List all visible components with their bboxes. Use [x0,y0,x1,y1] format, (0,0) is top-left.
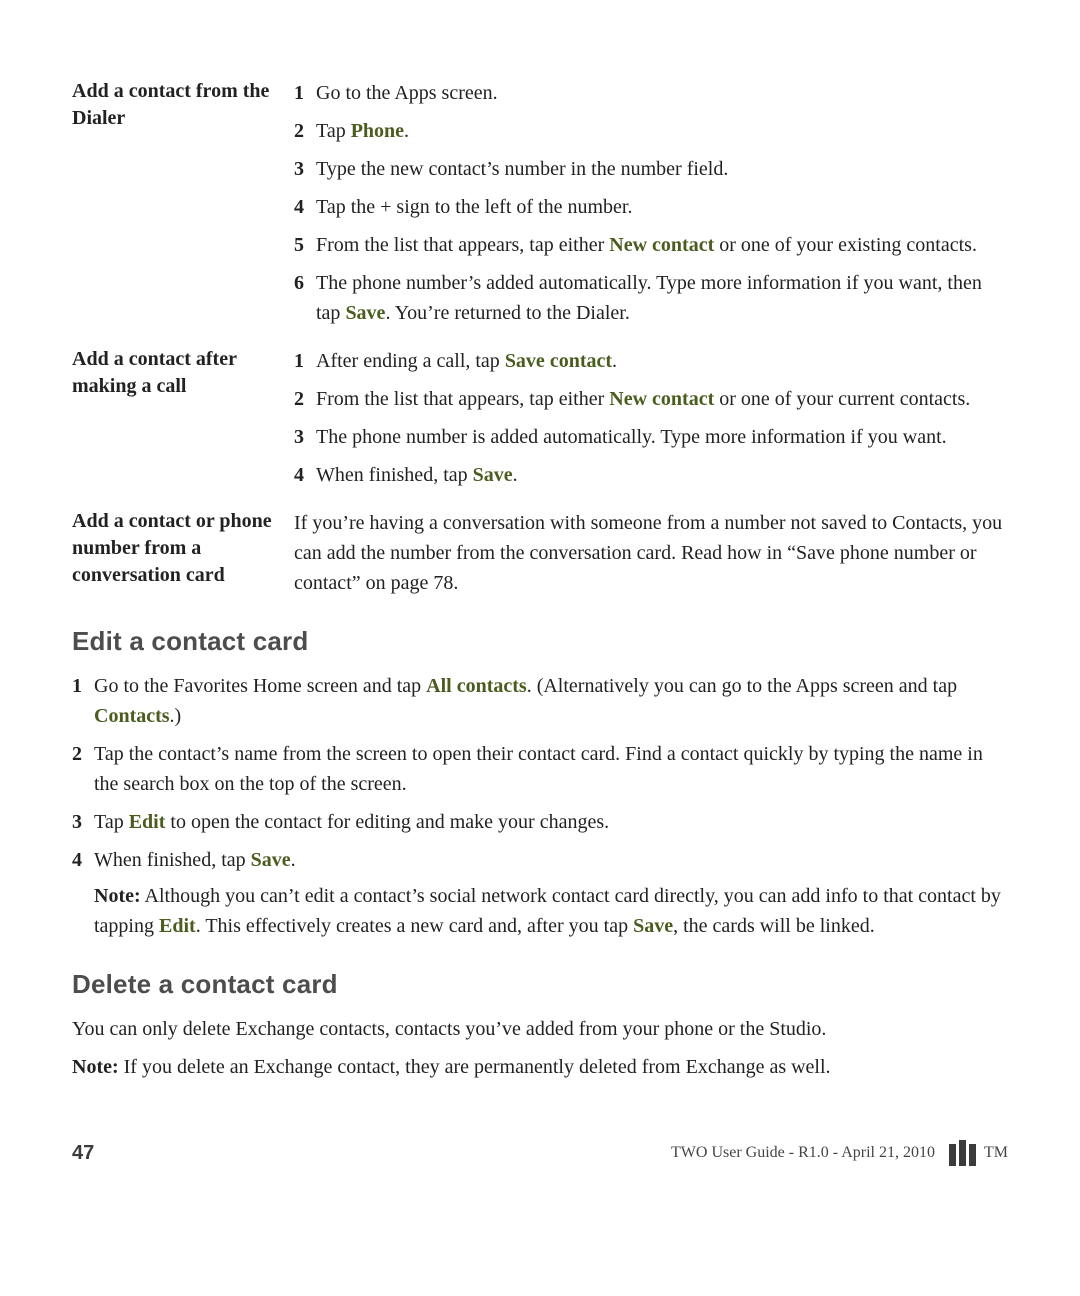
step-list: After ending a call, tap Save contact. F… [294,346,1008,490]
step-text: From the list that appears, tap either [316,388,609,410]
step-text: Go to the Favorites Home screen and tap [94,675,426,697]
section-title: Add a contact or phone number from a con… [72,508,294,589]
inline-bold: Save contact [505,350,612,372]
inline-bold: Edit [159,915,196,937]
inline-bold: Contacts [94,705,170,727]
step-text: . This effectively creates a new card an… [196,915,633,937]
step-item: Tap Edit to open the contact for editing… [72,807,1008,837]
step-list: Go to the Apps screen. Tap Phone. Type t… [294,78,1008,328]
heading-delete-contact-card: Delete a contact card [72,969,1008,1000]
page-footer: 47 TWO User Guide - R1.0 - April 21, 201… [72,1140,1008,1166]
step-text: or one of your existing contacts. [714,234,977,256]
section-title: Add a contact after making a call [72,346,294,400]
note-text: Note: If you delete an Exchange contact,… [72,1052,1008,1082]
step-text: , the cards will be linked. [673,915,875,937]
step-item: Tap Phone. [294,116,1008,146]
step-text: After ending a call, tap [316,350,505,372]
step-item: From the list that appears, tap either N… [294,230,1008,260]
inline-bold: Save [251,849,291,871]
step-text: The phone number is added automatically.… [316,426,947,448]
step-item: When finished, tap Save. Note: Although y… [72,845,1008,941]
body-text: You can only delete Exchange contacts, c… [72,1014,1008,1044]
inline-bold: Edit [129,811,166,833]
inline-bold: New contact [609,388,714,410]
step-text: When finished, tap [316,464,473,486]
step-item: Go to the Favorites Home screen and tap … [72,671,1008,731]
step-text: . (Alternatively you can go to the Apps … [527,675,957,697]
inline-bold: Save [473,464,513,486]
step-item: From the list that appears, tap either N… [294,384,1008,414]
inline-bold: Save [345,302,385,324]
step-item: Tap the contact’s name from the screen t… [72,739,1008,799]
footer-doc-title: TWO User Guide - R1.0 - April 21, 2010 [671,1144,935,1162]
note-label: Note: [94,885,141,907]
step-text: . You’re returned to the Dialer. [385,302,629,324]
step-item: The phone number is added automatically.… [294,422,1008,452]
step-item: Tap the + sign to the left of the number… [294,192,1008,222]
note-body: If you delete an Exchange contact, they … [119,1056,831,1078]
step-text: Tap [94,811,129,833]
page-number: 47 [72,1142,94,1165]
inline-bold: Phone [351,120,404,142]
brand-logo-icon [949,1140,976,1166]
step-item: The phone number’s added automatically. … [294,268,1008,328]
section-title: Add a contact from the Dialer [72,78,294,132]
note-label: Note: [72,1056,119,1078]
inline-bold: New contact [609,234,714,256]
step-text: Tap [316,120,351,142]
inline-bold: All contacts [426,675,527,697]
step-note: Note: Although you can’t edit a contact’… [94,881,1008,941]
step-list: Go to the Favorites Home screen and tap … [72,671,1008,941]
step-text: . [612,350,617,372]
step-text: or one of your current contacts. [714,388,970,410]
heading-edit-contact-card: Edit a contact card [72,626,1008,657]
step-item: When finished, tap Save. [294,460,1008,490]
step-text: .) [170,705,182,727]
step-item: After ending a call, tap Save contact. [294,346,1008,376]
step-text: Tap the + sign to the left of the number… [316,196,632,218]
section-body-text: If you’re having a conversation with som… [294,512,1002,594]
step-text: When finished, tap [94,849,251,871]
trademark-label: TM [984,1144,1008,1162]
step-text: . [404,120,409,142]
step-item: Go to the Apps screen. [294,78,1008,108]
step-item: Type the new contact’s number in the num… [294,154,1008,184]
document-page: Add a contact from the Dialer Go to the … [0,0,1080,1296]
footer-right: TWO User Guide - R1.0 - April 21, 2010 T… [671,1140,1008,1166]
inline-bold: Save [633,915,673,937]
section-add-after-call: Add a contact after making a call After … [72,346,1008,498]
step-text: . [513,464,518,486]
step-text: Tap the contact’s name from the screen t… [94,743,983,795]
step-text: Type the new contact’s number in the num… [316,158,728,180]
step-text: From the list that appears, tap either [316,234,609,256]
section-add-from-dialer: Add a contact from the Dialer Go to the … [72,78,1008,336]
step-text: . [291,849,296,871]
step-text: to open the contact for editing and make… [165,811,609,833]
step-text: Go to the Apps screen. [316,82,498,104]
section-add-from-conversation: Add a contact or phone number from a con… [72,508,1008,598]
